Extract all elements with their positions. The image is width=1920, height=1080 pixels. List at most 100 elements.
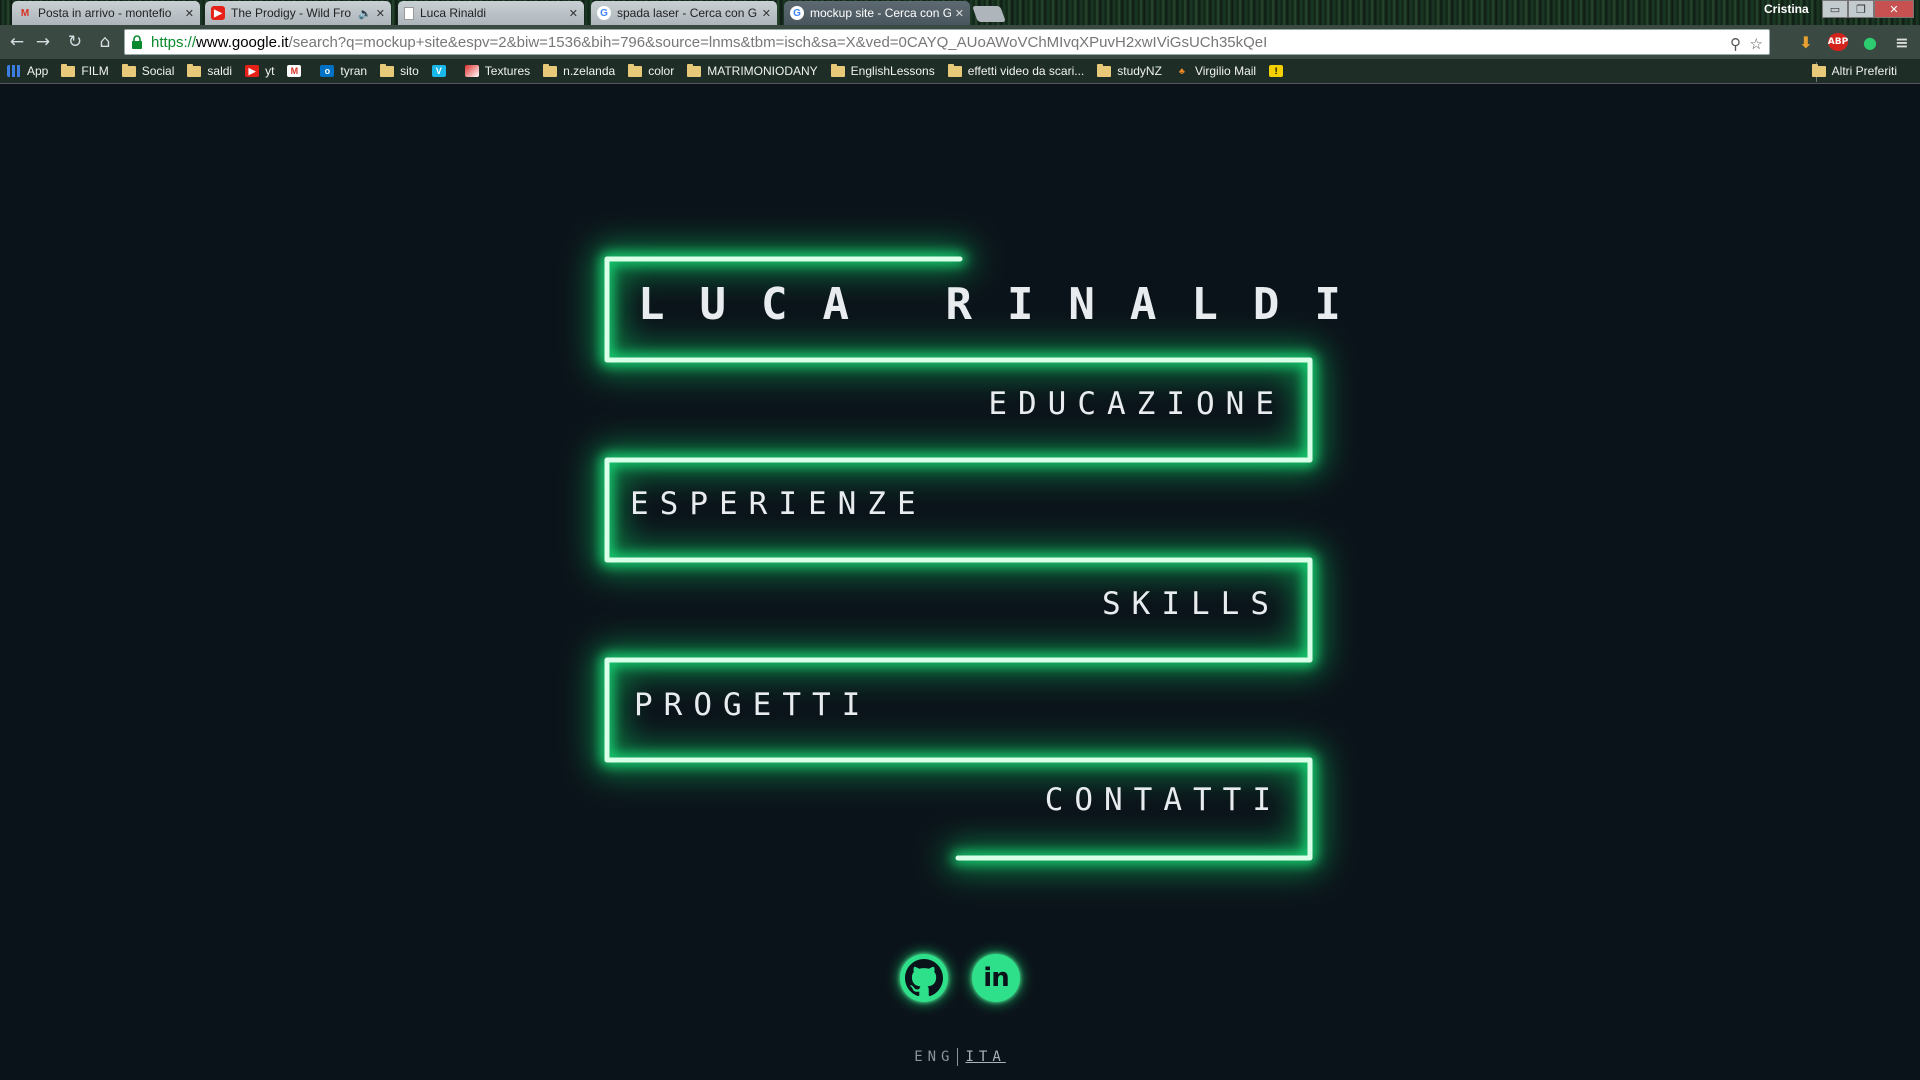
folder-icon — [687, 63, 702, 77]
bookmark-film[interactable]: FILM — [61, 63, 109, 78]
menu-icon[interactable]: ≡ — [1892, 33, 1912, 52]
new-tab-button[interactable] — [972, 6, 1006, 22]
bookmark-label: Altri Preferiti — [1831, 64, 1897, 78]
outlook-icon: o — [320, 65, 335, 77]
bookmark-label: Virgilio Mail — [1194, 64, 1257, 78]
gmail-icon: M — [287, 65, 302, 77]
bookmark-tyran[interactable]: o tyran — [320, 64, 367, 78]
bookmark-studynz[interactable]: studyNZ — [1097, 63, 1162, 78]
speaker-icon[interactable]: 🔈 — [358, 7, 372, 20]
github-glyph — [905, 959, 943, 997]
bookmark-label: color — [648, 64, 675, 78]
youtube-icon: ▶ — [211, 6, 225, 20]
bookmark-label: App — [27, 64, 49, 78]
bookmarks-bar: App FILM Social saldi ▶ yt M o tyran sito … — [0, 59, 1920, 84]
folder-icon — [628, 63, 643, 77]
bookmark-yt[interactable]: ▶ yt — [245, 64, 274, 78]
bookmark-label: FILM — [81, 64, 109, 78]
tab-gmail[interactable]: M Posta in arrivo - montefio ✕ — [12, 1, 200, 25]
forward-icon[interactable]: → — [32, 31, 54, 53]
nav-progetti[interactable]: PROGETTI — [634, 687, 871, 723]
neon-zigzag-frame — [593, 245, 1324, 872]
home-icon[interactable]: ⌂ — [94, 31, 116, 53]
virgilio-icon: ♣ — [1178, 66, 1185, 76]
folder-icon — [121, 63, 136, 77]
close-icon[interactable]: ✕ — [376, 7, 385, 20]
bookmark-label: saldi — [207, 64, 233, 78]
google-icon: G — [790, 6, 804, 20]
tab-title: Luca Rinaldi — [420, 6, 487, 20]
bookmark-color[interactable]: color — [628, 63, 675, 78]
back-icon[interactable]: ← — [6, 31, 28, 53]
bookmark-label: Social — [141, 64, 175, 78]
close-icon[interactable]: ✕ — [955, 7, 964, 20]
folder-icon — [187, 63, 202, 77]
bookmark-apps[interactable]: App — [7, 64, 48, 78]
url-path: /search?q=mockup+site&espv=2&biw=1536&bi… — [288, 33, 1268, 51]
bookmark-matrimoniodany[interactable]: MATRIMONIODANY — [687, 63, 818, 78]
restore-icon[interactable]: ❐ — [1848, 0, 1874, 18]
bookmark-label: effetti video da scari... — [967, 64, 1085, 78]
site-page: LUCA RINALDI EDUCAZIONE ESPERIENZE SKILL… — [0, 84, 1920, 1080]
download-icon[interactable]: ⬇ — [1796, 33, 1816, 52]
lang-ita[interactable]: ITA — [966, 1049, 1006, 1065]
bookmark-label: MATRIMONIODANY — [707, 64, 818, 78]
tab-mockup-site[interactable]: G mockup site - Cerca con G ✕ — [784, 1, 970, 25]
gmail-icon: M — [20, 7, 30, 19]
bookmark-label: n.zelanda — [563, 64, 616, 78]
url-host: www.google.it — [196, 33, 289, 51]
site-title[interactable]: LUCA RINALDI — [638, 279, 1376, 330]
lang-divider — [956, 1048, 958, 1066]
bookmark-warning[interactable]: ! — [1269, 65, 1289, 77]
green-shield-icon[interactable]: ● — [1860, 33, 1880, 52]
tab-strip: M Posta in arrivo - montefio ✕ ▶ The Pro… — [0, 0, 1920, 25]
github-icon[interactable] — [900, 954, 948, 1002]
bookmark-virgilio-mail[interactable]: ♣ Virgilio Mail — [1175, 64, 1256, 78]
tab-title: Posta in arrivo - montefio — [38, 6, 172, 20]
bookmark-label: studyNZ — [1117, 64, 1162, 78]
star-icon[interactable]: ☆ — [1750, 35, 1763, 53]
close-icon[interactable]: ✕ — [762, 7, 771, 20]
warning-icon: ! — [1269, 65, 1284, 77]
bookmark-englishlessons[interactable]: EnglishLessons — [830, 63, 935, 78]
folder-icon — [947, 63, 962, 77]
nav-contatti[interactable]: CONTATTI — [1045, 782, 1282, 818]
minimize-icon[interactable]: ▭ — [1822, 0, 1848, 18]
linkedin-icon[interactable]: in — [972, 954, 1020, 1002]
folder-icon — [1811, 63, 1826, 77]
url-scheme: https:// — [151, 33, 197, 51]
browser-toolbar: ← → ↻ ⌂ https://www.google.it/search?q=m… — [0, 25, 1920, 59]
linkedin-glyph: in — [983, 963, 1009, 993]
address-bar[interactable]: https://www.google.it/search?q=mockup+si… — [124, 29, 1770, 55]
bookmark-label: yt — [265, 64, 275, 78]
bookmark-nzelanda[interactable]: n.zelanda — [543, 63, 616, 78]
nav-educazione[interactable]: EDUCAZIONE — [988, 386, 1285, 422]
profile-name[interactable]: Cristina — [1764, 2, 1809, 16]
bookmark-effetti-video[interactable]: effetti video da scari... — [947, 63, 1085, 78]
zoom-icon[interactable]: ⚲ — [1730, 35, 1741, 53]
tab-spada-laser[interactable]: G spada laser - Cerca con G ✕ — [591, 1, 777, 25]
bookmark-other[interactable]: Altri Preferiti — [1811, 63, 1897, 78]
bookmark-sito[interactable]: sito — [380, 63, 419, 78]
bookmark-social[interactable]: Social — [121, 63, 175, 78]
tab-youtube[interactable]: ▶ The Prodigy - Wild Fro 🔈 ✕ — [205, 1, 391, 25]
folder-icon — [543, 63, 558, 77]
tab-luca-rinaldi[interactable]: Luca Rinaldi ✕ — [398, 1, 584, 25]
lang-eng[interactable]: ENG — [914, 1049, 954, 1065]
bookmark-textures[interactable]: Textures — [464, 64, 531, 78]
reload-icon[interactable]: ↻ — [64, 31, 86, 53]
bookmark-gmail[interactable]: M — [287, 65, 307, 77]
nav-esperienze[interactable]: ESPERIENZE — [630, 486, 927, 522]
close-window-icon[interactable]: ✕ — [1874, 0, 1914, 18]
tab-title: mockup site - Cerca con G — [810, 6, 951, 20]
language-switcher: ENG ITA — [0, 1048, 1920, 1066]
close-icon[interactable]: ✕ — [569, 7, 578, 20]
folder-icon — [61, 63, 76, 77]
nav-skills[interactable]: SKILLS — [1102, 586, 1280, 622]
close-icon[interactable]: ✕ — [185, 7, 194, 20]
bookmark-saldi[interactable]: saldi — [187, 63, 233, 78]
bookmark-vimeo[interactable]: V — [431, 65, 452, 77]
bookmark-label: Textures — [484, 64, 531, 78]
lock-icon — [132, 35, 142, 49]
adblock-icon[interactable]: ABP — [1828, 33, 1848, 51]
